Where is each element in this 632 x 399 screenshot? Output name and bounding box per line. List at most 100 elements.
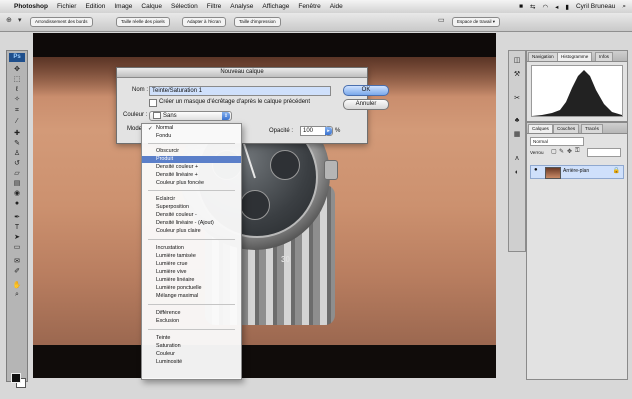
blend-option-fondu[interactable]: Fondu [142,133,241,140]
flag-icon[interactable]: ▮ [565,3,569,11]
menu-item-edition[interactable]: Edition [85,3,105,10]
blur-icon[interactable]: ◉ [10,189,24,197]
menu-item-fichier[interactable]: Fichier [57,3,77,10]
print-size-button[interactable]: Taille d'impression [234,17,281,27]
layer-name-field[interactable]: Teinte/Saturation 1 [149,86,331,96]
marquee-icon[interactable]: ⬚ [10,75,24,83]
volume-icon[interactable]: ◂ [555,3,558,11]
blend-option-couleur-plus-claire[interactable]: Couleur plus claire [142,228,241,235]
menu-item-analyse[interactable]: Analyse [230,3,253,10]
blend-option-melange-maximal[interactable]: Mélange maximal [142,293,241,300]
blend-option-obscurcir[interactable]: Obscurcir [142,148,241,155]
tab-traces[interactable]: Tracés [581,124,603,133]
smooth-checkbox[interactable]: Arrondissement des bords [30,17,93,27]
menu-item-calque[interactable]: Calque [141,3,162,10]
brush-preset-icon[interactable]: ʌ [512,155,522,163]
status-square-icon[interactable]: ■ [519,3,523,10]
grid-icon[interactable]: ▦ [512,131,522,139]
cancel-button[interactable]: Annuler [343,99,389,110]
layers-icon[interactable]: ◫ [512,57,522,65]
tab-calques[interactable]: Calques [528,124,553,133]
workspace-menu[interactable]: Espace de travail ▾ [452,17,501,27]
gradient-icon[interactable]: ▤ [10,179,24,187]
path-select-icon[interactable]: ➤ [10,233,24,241]
shape-icon[interactable]: ▭ [10,243,24,251]
blend-option-lumiere-ponctuelle[interactable]: Lumière ponctuelle [142,285,241,292]
sync-icon[interactable]: ⇆ [530,3,535,11]
fit-screen-button[interactable]: Adapter à l'écran [182,17,226,27]
zoom-tool-icon[interactable]: ⊕ [6,16,12,24]
blend-option-lumiere-vive[interactable]: Lumière vive [142,269,241,276]
scissors-icon[interactable]: ✂ [512,95,522,103]
opacity-field[interactable]: 100 [300,126,326,136]
blend-option-densite-lineaire-plus[interactable]: Densité linéaire + [142,172,241,179]
spotlight-icon[interactable]: ⌕ [622,3,626,11]
lock-all-icon[interactable]: ⚿ [575,148,580,155]
fill-field[interactable] [587,148,621,157]
move-icon[interactable]: ✥ [10,65,24,73]
history-icon[interactable]: ◐ [512,169,522,177]
foreground-color-swatch[interactable] [11,373,21,383]
type-icon[interactable]: T [10,223,24,231]
tab-navigation[interactable]: Navigation [528,52,558,61]
blend-option-normal[interactable]: Normal [142,125,241,132]
lock-brush-icon[interactable]: ✎ [559,148,564,155]
blend-option-lumiere-lineaire[interactable]: Lumière linéaire [142,277,241,284]
actual-pixels-button[interactable]: Taille réelle des pixels [116,17,170,27]
clip-mask-checkbox[interactable] [149,99,157,107]
history-brush-icon[interactable]: ↺ [10,159,24,167]
menu-item-affichage[interactable]: Affichage [262,3,289,10]
tree-icon[interactable]: ♣ [512,117,522,125]
lock-pixels-icon[interactable]: ▢ [551,148,557,155]
layer-blend-select[interactable]: Normal [530,137,584,146]
brush-icon[interactable]: ✎ [10,139,24,147]
tools-icon[interactable]: ⚒ [512,71,522,79]
blend-option-luminosite[interactable]: Luminosité [142,359,241,366]
tab-couches[interactable]: Couches [553,124,580,133]
screen-mode-icon[interactable]: ▭ [438,16,445,24]
wifi-icon[interactable]: ◠ [542,3,548,11]
ok-button[interactable]: OK [343,85,389,96]
stamp-icon[interactable]: ♙ [10,149,24,157]
chevron-down-icon[interactable]: ▾ [18,16,22,24]
menu-item-filtre[interactable]: Filtre [207,3,221,10]
color-select[interactable]: Sans ⇕ [149,111,232,121]
eyedropper-icon[interactable]: ⁄ [10,117,24,125]
blend-option-superposition[interactable]: Superposition [142,204,241,211]
hand-icon[interactable]: ✋ [10,281,24,289]
tab-infos[interactable]: Infos [595,52,613,61]
blend-option-eclaircir[interactable]: Eclaircir [142,196,241,203]
heal-icon[interactable]: ✚ [10,129,24,137]
blend-option-produit[interactable]: Produit [142,156,241,163]
opacity-stepper[interactable]: ▸ [325,126,333,136]
pen-icon[interactable]: ✒ [10,213,24,221]
menu-app-name[interactable]: Photoshop [14,3,48,10]
blend-option-couleur[interactable]: Couleur [142,351,241,358]
wand-icon[interactable]: ✧ [10,95,24,103]
lasso-icon[interactable]: ℓ [10,85,24,93]
user-name[interactable]: Cyril Bruneau [576,3,615,10]
blend-option-difference[interactable]: Différence [142,310,241,317]
blend-option-teinte[interactable]: Teinte [142,335,241,342]
zoom-icon[interactable]: ⌕ [10,291,24,299]
blend-option-saturation[interactable]: Saturation [142,343,241,350]
eye-icon[interactable]: ● [534,167,538,173]
menu-item-image[interactable]: Image [114,3,132,10]
lock-move-icon[interactable]: ✥ [567,148,572,155]
blend-option-lumiere-crue[interactable]: Lumière crue [142,261,241,268]
dodge-icon[interactable]: ● [10,199,24,207]
blend-option-densite-couleur-plus[interactable]: Densité couleur + [142,164,241,171]
layer-row-background[interactable]: ● Arrière-plan 🔒 [530,165,624,179]
blend-option-exclusion[interactable]: Exclusion [142,318,241,325]
menu-item-fenetre[interactable]: Fenêtre [298,3,320,10]
blend-option-lumiere-tamisee[interactable]: Lumière tamisée [142,253,241,260]
notes-icon[interactable]: ✉ [10,257,24,265]
blend-option-densite-lineaire-ajout[interactable]: Densité linéaire - (Ajout) [142,220,241,227]
blend-option-incrustation[interactable]: Incrustation [142,245,241,252]
eraser-icon[interactable]: ▱ [10,169,24,177]
menu-item-aide[interactable]: Aide [330,3,343,10]
blend-option-couleur-plus-foncee[interactable]: Couleur plus foncée [142,180,241,187]
blend-option-densite-couleur-moins[interactable]: Densité couleur - [142,212,241,219]
menu-item-selection[interactable]: Sélection [171,3,198,10]
eyedropper-3d-icon[interactable]: ✐ [10,267,24,275]
